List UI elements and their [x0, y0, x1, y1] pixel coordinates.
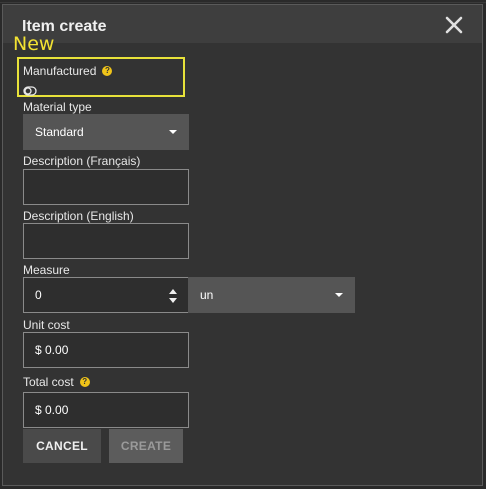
description-en-input[interactable] — [23, 223, 189, 259]
measure-input[interactable]: 0 — [23, 277, 189, 313]
measure-unit-value: un — [200, 288, 214, 302]
manufactured-label-text: Manufactured — [23, 64, 97, 78]
measure-label: Measure — [23, 263, 70, 277]
material-type-select[interactable]: Standard — [23, 114, 189, 150]
dialog-titlebar: Item create — [3, 5, 482, 43]
cancel-button[interactable]: CANCEL — [23, 429, 101, 463]
close-icon[interactable] — [442, 13, 466, 37]
unit-cost-label: Unit cost — [23, 318, 70, 332]
description-en-label: Description (English) — [23, 209, 134, 223]
description-fr-label: Description (Français) — [23, 154, 141, 168]
manufactured-toggle[interactable] — [23, 83, 37, 96]
total-cost-label: Total cost? — [23, 375, 90, 389]
toggle-icon — [23, 86, 37, 96]
question-icon[interactable]: ? — [102, 66, 113, 76]
measure-unit-select[interactable]: un — [188, 277, 355, 313]
chevron-down-icon — [169, 130, 177, 134]
material-type-label: Material type — [23, 100, 92, 114]
total-cost-input[interactable]: $ 0.00 — [23, 392, 189, 428]
unit-cost-input[interactable]: $ 0.00 — [23, 332, 189, 368]
total-cost-label-text: Total cost — [23, 375, 74, 389]
create-button[interactable]: CREATE — [109, 429, 183, 463]
background-strip — [0, 2, 486, 3]
measure-value: 0 — [35, 288, 42, 302]
description-fr-input[interactable] — [23, 169, 189, 205]
material-type-value: Standard — [35, 125, 84, 139]
manufactured-label: Manufactured? — [23, 64, 113, 78]
question-icon[interactable]: ? — [79, 377, 90, 387]
chevron-down-icon — [335, 293, 343, 297]
item-create-dialog: Item create New Manufactured? Material t… — [2, 4, 483, 486]
spinner-icon[interactable] — [168, 287, 178, 305]
new-label: New — [13, 33, 55, 55]
